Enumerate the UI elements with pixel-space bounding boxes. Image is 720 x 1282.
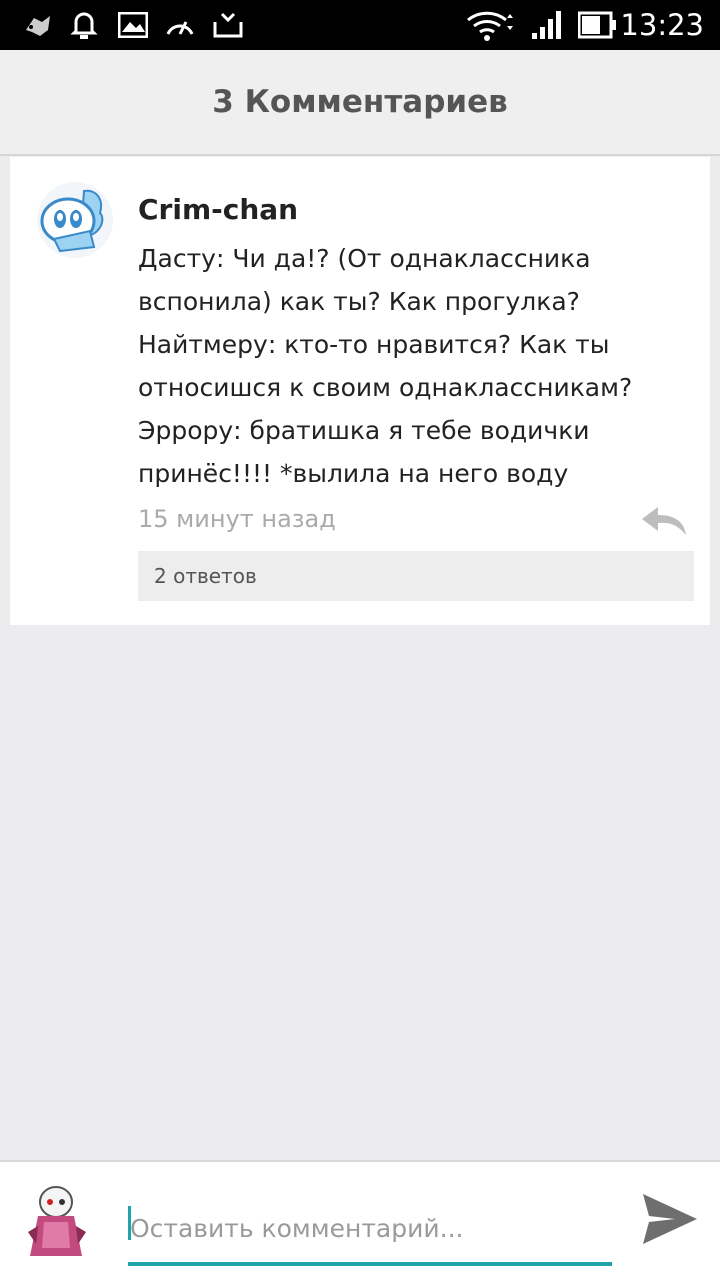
send-button[interactable] bbox=[640, 1192, 700, 1248]
battery-icon bbox=[578, 8, 618, 42]
comment-composer bbox=[0, 1160, 720, 1282]
antenna-icon bbox=[212, 8, 244, 42]
page-title: 3 Комментариев bbox=[212, 84, 508, 120]
title-bar: 3 Комментариев bbox=[0, 50, 720, 156]
image-icon bbox=[118, 8, 148, 42]
comment-input[interactable] bbox=[130, 1198, 610, 1258]
replies-button[interactable]: 2 ответов bbox=[138, 551, 694, 601]
user-avatar[interactable] bbox=[22, 1182, 92, 1262]
speedometer-icon bbox=[164, 8, 196, 42]
wifi-icon bbox=[466, 8, 514, 42]
gamepad-icon bbox=[22, 8, 54, 42]
comment-text: Дасту: Чи да!? (От однаклассника вспонил… bbox=[138, 244, 633, 488]
signal-icon bbox=[530, 8, 566, 42]
status-bar: 13:23 bbox=[0, 0, 720, 50]
comment-timestamp: 15 минут назад bbox=[138, 505, 336, 533]
comment-input-container bbox=[128, 1198, 612, 1266]
reply-icon[interactable] bbox=[640, 505, 688, 537]
send-icon bbox=[643, 1194, 697, 1244]
comment-card: Crim-chan Дасту: Чи да!? (От однаклассни… bbox=[10, 157, 710, 625]
bell-icon bbox=[70, 8, 98, 42]
comment-author[interactable]: Crim-chan bbox=[138, 193, 298, 226]
author-avatar[interactable] bbox=[34, 179, 116, 261]
status-time: 13:23 bbox=[620, 8, 704, 42]
